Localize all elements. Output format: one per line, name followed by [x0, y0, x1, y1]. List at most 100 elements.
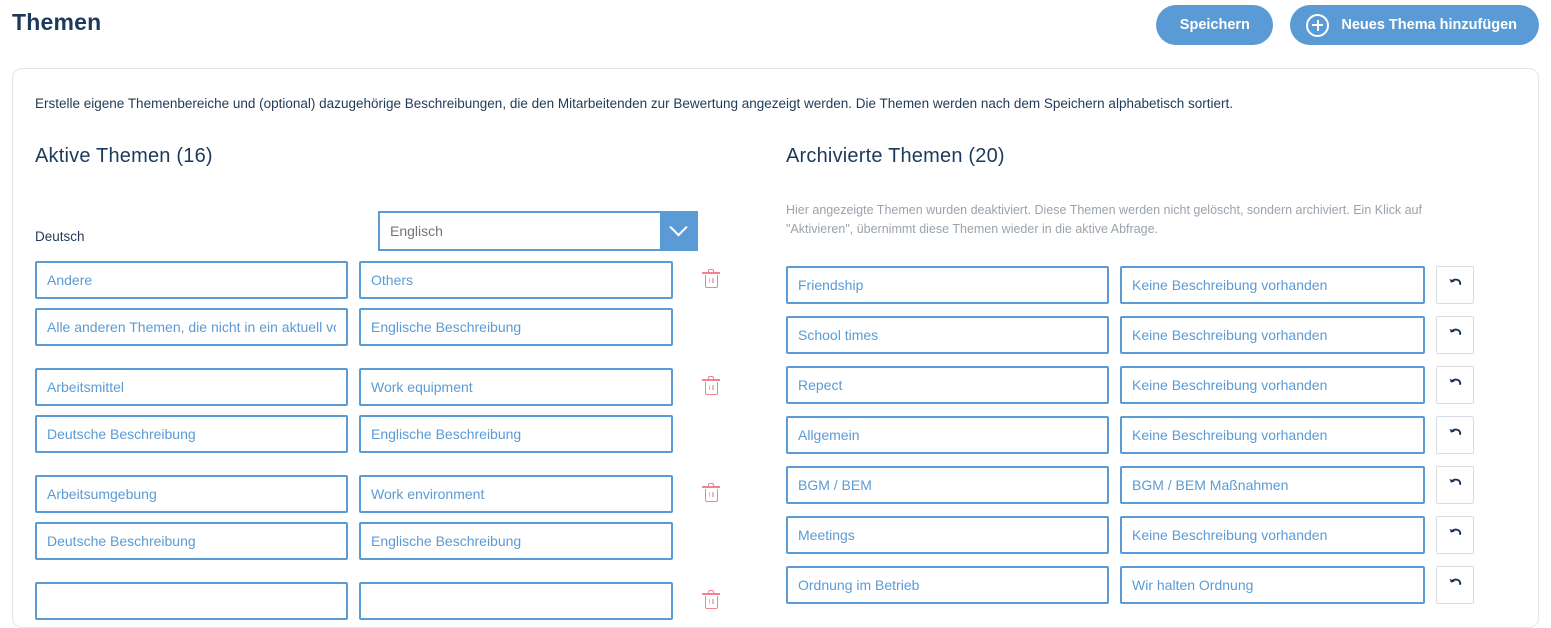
archived-row	[786, 565, 1506, 604]
language-select-toggle[interactable]	[660, 211, 698, 251]
restore-topic-button[interactable]	[1436, 415, 1474, 454]
restore-topic-button[interactable]	[1436, 265, 1474, 304]
topic-fields	[35, 368, 673, 453]
topic-row	[35, 582, 745, 620]
topic-desc-en-input[interactable]	[359, 415, 673, 453]
undo-arrow-icon	[1449, 528, 1461, 536]
save-button[interactable]: Speichern	[1156, 5, 1274, 45]
archived-topic-name-input[interactable]	[786, 315, 1109, 354]
language-label-german: Deutsch	[35, 229, 85, 244]
archived-fields	[786, 465, 1425, 504]
trash-icon	[702, 269, 720, 288]
topic-row	[35, 368, 745, 453]
topic-fields	[35, 261, 673, 346]
topic-desc-pair	[35, 522, 673, 560]
language-select[interactable]	[378, 211, 698, 251]
topic-name-pair	[35, 261, 673, 299]
archived-topic-name-input[interactable]	[786, 565, 1109, 604]
topic-name-en-input[interactable]	[359, 261, 673, 299]
page-title: Themen	[12, 9, 102, 35]
restore-topic-button[interactable]	[1436, 315, 1474, 354]
topic-name-de-input[interactable]	[35, 261, 348, 299]
topic-name-de-input[interactable]	[35, 582, 348, 620]
archived-row	[786, 465, 1506, 504]
topic-row	[35, 475, 745, 560]
delete-topic-button[interactable]	[698, 261, 724, 299]
topic-name-en-input[interactable]	[359, 582, 673, 620]
undo-arrow-icon	[1449, 428, 1461, 436]
archived-topic-desc-input[interactable]	[1120, 265, 1425, 304]
restore-topic-button[interactable]	[1436, 365, 1474, 404]
topic-desc-de-input[interactable]	[35, 522, 348, 560]
archived-row	[786, 365, 1506, 404]
topic-desc-en-input[interactable]	[359, 522, 673, 560]
active-topics-column: Aktive Themen (16) Deutsch	[35, 145, 745, 627]
archived-topic-desc-input[interactable]	[1120, 365, 1425, 404]
archived-fields	[786, 565, 1425, 604]
archived-row	[786, 415, 1506, 454]
topic-name-de-input[interactable]	[35, 475, 348, 513]
archived-topic-desc-input[interactable]	[1120, 315, 1425, 354]
add-topic-button[interactable]: Neues Thema hinzufügen	[1290, 5, 1539, 45]
restore-topic-button[interactable]	[1436, 565, 1474, 604]
archived-fields	[786, 315, 1425, 354]
header-actions: Speichern Neues Thema hinzufügen	[1156, 5, 1539, 45]
archived-fields	[786, 415, 1425, 454]
topic-row	[35, 261, 745, 346]
delete-topic-button[interactable]	[698, 582, 724, 620]
archived-row	[786, 315, 1506, 354]
topic-desc-pair	[35, 415, 673, 453]
active-topics-list	[35, 261, 745, 620]
archived-topic-desc-input[interactable]	[1120, 515, 1425, 554]
trash-icon	[702, 590, 720, 609]
active-topics-heading: Aktive Themen (16)	[35, 145, 213, 167]
archived-topics-list	[786, 265, 1506, 604]
delete-topic-button[interactable]	[698, 368, 724, 406]
topic-fields	[35, 475, 673, 560]
trash-icon	[702, 483, 720, 502]
archived-topic-name-input[interactable]	[786, 265, 1109, 304]
topic-desc-de-input[interactable]	[35, 415, 348, 453]
undo-arrow-icon	[1449, 378, 1461, 386]
trash-icon	[702, 376, 720, 395]
topic-name-en-input[interactable]	[359, 475, 673, 513]
page-header: Themen Speichern Neues Thema hinzufügen	[0, 0, 1551, 56]
archived-topic-name-input[interactable]	[786, 515, 1109, 554]
archived-topic-name-input[interactable]	[786, 465, 1109, 504]
topic-name-pair	[35, 475, 673, 513]
archived-topic-desc-input[interactable]	[1120, 565, 1425, 604]
archived-fields	[786, 265, 1425, 304]
chevron-down-icon	[668, 217, 688, 236]
topic-desc-de-input[interactable]	[35, 308, 348, 346]
topic-desc-en-input[interactable]	[359, 308, 673, 346]
save-button-label: Speichern	[1179, 17, 1250, 33]
topic-name-pair	[35, 368, 673, 406]
topic-desc-pair	[35, 308, 673, 346]
archived-fields	[786, 515, 1425, 554]
language-row: Deutsch	[35, 211, 745, 261]
topic-fields	[35, 582, 673, 620]
archived-topics-heading: Archivierte Themen (20)	[786, 145, 1005, 167]
topic-name-pair	[35, 582, 673, 620]
delete-topic-button[interactable]	[698, 475, 724, 513]
archived-topic-name-input[interactable]	[786, 415, 1109, 454]
archived-topic-desc-input[interactable]	[1120, 465, 1425, 504]
add-topic-button-label: Neues Thema hinzufügen	[1341, 17, 1517, 33]
intro-text: Erstelle eigene Themenbereiche und (opti…	[35, 96, 1233, 111]
plus-circle-icon	[1306, 13, 1330, 37]
undo-arrow-icon	[1449, 578, 1461, 586]
topics-card: Erstelle eigene Themenbereiche und (opti…	[12, 68, 1539, 628]
restore-topic-button[interactable]	[1436, 515, 1474, 554]
archived-fields	[786, 365, 1425, 404]
archived-topic-name-input[interactable]	[786, 365, 1109, 404]
undo-arrow-icon	[1449, 478, 1461, 486]
language-select-input[interactable]	[378, 211, 660, 251]
topic-name-de-input[interactable]	[35, 368, 348, 406]
archived-topics-note: Hier angezeigte Themen wurden deaktivier…	[786, 203, 1422, 237]
archived-topic-desc-input[interactable]	[1120, 415, 1425, 454]
undo-arrow-icon	[1449, 278, 1461, 286]
archived-topics-column: Archivierte Themen (20) Hier angezeigte …	[786, 145, 1506, 616]
undo-arrow-icon	[1449, 328, 1461, 336]
restore-topic-button[interactable]	[1436, 465, 1474, 504]
topic-name-en-input[interactable]	[359, 368, 673, 406]
